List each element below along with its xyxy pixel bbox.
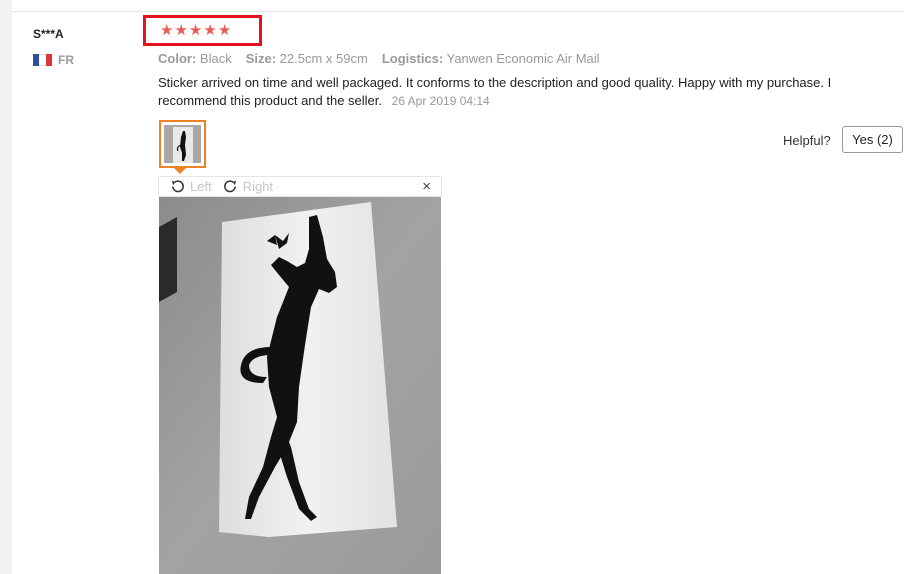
- france-flag-icon: [33, 54, 52, 66]
- photo-thumbnail[interactable]: [159, 120, 206, 168]
- review-body: Sticker arrived on time and well package…: [158, 74, 888, 110]
- product-attributes: Color: Black Size: 22.5cm x 59cm Logisti…: [158, 51, 600, 66]
- attr-color: Color: Black: [158, 51, 232, 66]
- rotate-right-button[interactable]: Right: [222, 178, 273, 195]
- star-icon: ★: [160, 22, 174, 39]
- review-date: 26 Apr 2019 04:14: [391, 94, 490, 108]
- star-icon: ★: [203, 22, 217, 39]
- helpful-label: Helpful?: [783, 133, 831, 148]
- helpful-yes-button[interactable]: Yes (2): [842, 126, 903, 153]
- star-rating: ★ ★ ★ ★ ★: [143, 15, 262, 46]
- rotate-right-label: Right: [242, 179, 274, 194]
- left-gutter: [0, 0, 12, 574]
- star-icon: ★: [174, 22, 188, 39]
- close-icon[interactable]: ×: [422, 178, 431, 195]
- thumbnail-pointer: [174, 168, 186, 174]
- reviewer-country: FR: [33, 53, 74, 67]
- rotate-left-button[interactable]: Left: [169, 178, 212, 195]
- star-icon: ★: [217, 22, 232, 39]
- reviewer-name: S***A: [33, 27, 64, 41]
- rotate-left-icon: [171, 180, 184, 193]
- thumbnail-image: [164, 125, 201, 163]
- review-text: Sticker arrived on time and well package…: [158, 75, 832, 108]
- review-photo: [159, 197, 441, 574]
- country-code: FR: [58, 53, 74, 67]
- attr-logistics: Logistics: Yanwen Economic Air Mail: [381, 51, 600, 66]
- attr-size: Size: 22.5cm x 59cm: [245, 51, 368, 66]
- image-viewer-toolbar: Left Right ×: [158, 176, 442, 197]
- rotate-right-icon: [223, 180, 236, 193]
- star-icon: ★: [188, 22, 203, 39]
- rotate-left-label: Left: [190, 179, 212, 194]
- divider: [12, 11, 904, 12]
